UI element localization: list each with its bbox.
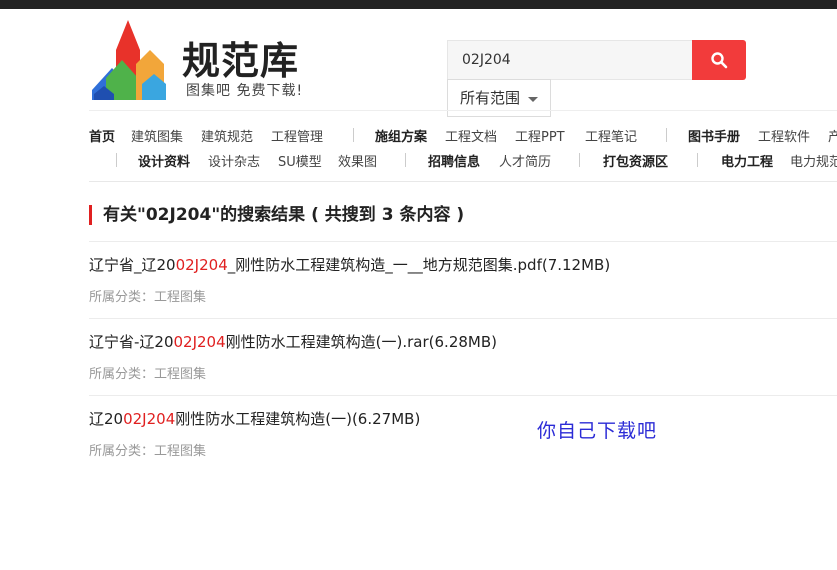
nav-item-design-data[interactable]: 设计资料	[138, 151, 190, 170]
result-title-link[interactable]: 辽宁省_辽2002J204_刚性防水工程建筑构造_一__地方规范图集.pdf(7…	[89, 254, 610, 275]
nav-separator	[666, 128, 667, 142]
nav-item-jobs[interactable]: 招聘信息	[428, 151, 480, 170]
result-divider	[89, 395, 837, 396]
result-title-suffix: _刚性防水工程建筑构造_一__地方规范图集.pdf(7.12MB)	[227, 256, 611, 274]
site-logo[interactable]: 规范库 图集吧 免费下载!	[92, 20, 322, 102]
nav-item-books[interactable]: 图书手册	[688, 126, 740, 145]
nav-separator	[579, 153, 580, 167]
nav-item-project-docs[interactable]: 工程文档	[445, 126, 497, 145]
nav-item-building-atlas[interactable]: 建筑图集	[131, 126, 183, 145]
nav-item-power-code[interactable]: 电力规范	[790, 151, 837, 170]
nav-item-software[interactable]: 工程软件	[758, 126, 810, 145]
result-title-highlight: 02J204	[175, 256, 228, 274]
result-divider	[89, 241, 837, 242]
nav-divider-top	[89, 110, 837, 111]
nav-separator	[353, 128, 354, 142]
nav-separator	[405, 153, 406, 167]
result-title-highlight: 02J204	[173, 333, 226, 351]
result-title-link[interactable]: 辽宁省-辽2002J204刚性防水工程建筑构造(一).rar(6.28MB)	[89, 331, 497, 352]
result-title-prefix: 辽宁省_辽20	[89, 256, 176, 274]
search-icon	[711, 52, 728, 69]
browser-top-bar	[0, 0, 837, 9]
chevron-down-icon	[528, 97, 538, 102]
nav-divider-bottom	[89, 181, 837, 182]
nav-separator	[697, 153, 698, 167]
nav-item-renderings[interactable]: 效果图	[338, 151, 377, 170]
search-scope-select[interactable]: 所有范围	[447, 79, 551, 117]
nav-item-bundle-resources[interactable]: 打包资源区	[603, 151, 668, 170]
nav-item-building-code[interactable]: 建筑规范	[201, 126, 253, 145]
result-title-suffix: 刚性防水工程建筑构造(一).rar(6.28MB)	[225, 333, 497, 351]
result-title-suffix: 刚性防水工程建筑构造(一)(6.27MB)	[175, 410, 421, 428]
nav-item-power-engineering[interactable]: 电力工程	[721, 151, 773, 170]
result-category: 所属分类：工程图集	[89, 367, 207, 382]
result-category: 所属分类：工程图集	[89, 444, 207, 459]
nav-item-resumes[interactable]: 人才简历	[499, 151, 551, 170]
nav-item-project-notes[interactable]: 工程笔记	[585, 126, 637, 145]
logo-mark-icon	[92, 20, 166, 100]
logo-subtitle: 图集吧 免费下载!	[186, 83, 304, 99]
result-divider	[89, 318, 837, 319]
nav-item-su-model[interactable]: SU模型	[278, 151, 322, 170]
result-title-highlight: 02J204	[123, 410, 176, 428]
nav-item-home[interactable]: 首页	[89, 126, 115, 145]
nav-item-design-magazine[interactable]: 设计杂志	[208, 151, 260, 170]
logo-title: 规范库	[182, 39, 300, 83]
search-button[interactable]	[692, 40, 746, 80]
search-input[interactable]	[447, 40, 692, 80]
result-title-prefix: 辽20	[89, 410, 124, 428]
result-title-prefix: 辽宁省-辽20	[89, 333, 174, 351]
nav-item-project-ppt[interactable]: 工程PPT	[515, 126, 565, 145]
result-title-link[interactable]: 辽2002J204刚性防水工程建筑构造(一)(6.27MB)	[89, 408, 420, 429]
search-scope-value: 所有范围	[460, 89, 521, 107]
nav-item-construction-plan[interactable]: 施组方案	[375, 126, 427, 145]
result-category: 所属分类：工程图集	[89, 290, 207, 305]
nav-item-project-management[interactable]: 工程管理	[271, 126, 323, 145]
nav-item-products[interactable]: 产	[828, 126, 837, 145]
nav-separator	[116, 153, 117, 167]
search-results-heading: 有关"02J204"的搜索结果 ( 共搜到 3 条内容 )	[89, 205, 464, 225]
handwritten-annotation: 你自己下载吧	[537, 420, 658, 442]
